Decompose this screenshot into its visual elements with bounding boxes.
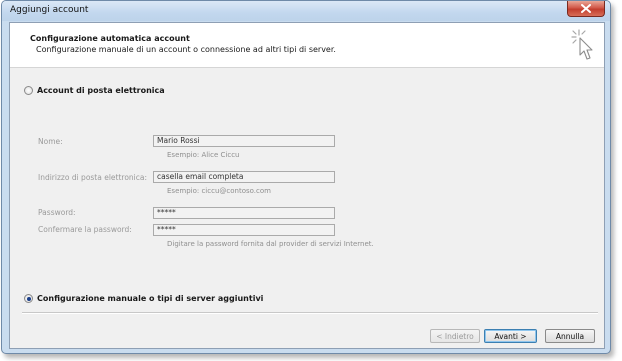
email-account-option[interactable]: Account di posta elettronica <box>24 86 165 95</box>
name-hint: Esempio: Alice Ciccu <box>167 151 240 159</box>
password-field[interactable]: ***** <box>153 207 335 219</box>
close-icon <box>581 4 591 13</box>
back-button[interactable]: < Indietro <box>430 329 480 343</box>
title-bar[interactable]: Aggiungi account <box>2 1 610 21</box>
wizard-header: Configurazione automatica account Config… <box>10 23 604 68</box>
header-subtitle: Configurazione manuale di un account o c… <box>36 45 336 54</box>
cursor-sparkle-icon <box>571 29 593 60</box>
name-field[interactable]: Mario Rossi <box>153 135 335 147</box>
confirm-password-label: Confermare la password: <box>38 225 132 234</box>
header-title: Configurazione automatica account <box>30 34 190 43</box>
email-label: Indirizzo di posta elettronica: <box>38 173 148 182</box>
confirm-password-field[interactable]: ***** <box>153 224 335 236</box>
window-title: Aggiungi account <box>10 5 89 15</box>
close-button[interactable] <box>567 1 605 17</box>
email-account-label: Account di posta elettronica <box>37 86 165 95</box>
password-hint: Digitare la password fornita dal provide… <box>167 240 374 248</box>
email-field[interactable]: casella email completa <box>153 171 335 183</box>
email-account-radio[interactable] <box>24 86 33 95</box>
password-label: Password: <box>38 208 76 217</box>
add-account-dialog: Aggiungi account Configurazione automati… <box>1 0 611 354</box>
dialog-content: Configurazione automatica account Config… <box>9 22 605 349</box>
cancel-button[interactable]: Annulla <box>545 329 595 343</box>
divider <box>22 312 598 314</box>
next-button[interactable]: Avanti > <box>484 329 537 343</box>
manual-config-radio[interactable] <box>24 294 33 303</box>
name-label: Nome: <box>38 137 63 146</box>
manual-config-label: Configurazione manuale o tipi di server … <box>37 294 264 303</box>
email-hint: Esempio: ciccu@contoso.com <box>167 187 271 195</box>
manual-config-option[interactable]: Configurazione manuale o tipi di server … <box>24 294 263 303</box>
